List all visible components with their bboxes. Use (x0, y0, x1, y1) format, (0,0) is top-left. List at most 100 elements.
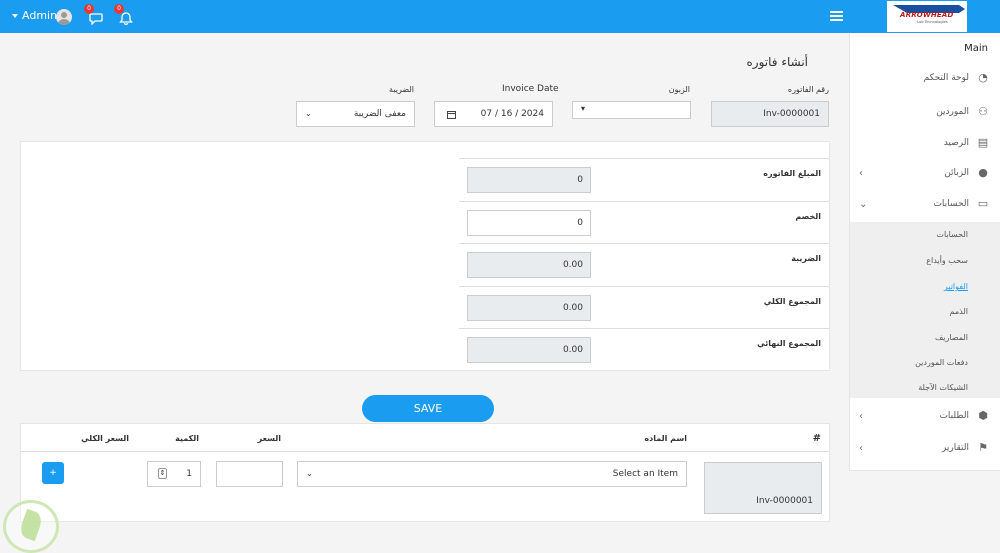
final-total-row: المجموع النهائي 0.00 (459, 328, 829, 371)
final-total-label: المجموع النهائي (757, 339, 821, 348)
tax-label: الضريبة (389, 85, 414, 94)
submenu-item-receivables[interactable]: الذمم (950, 307, 968, 316)
invoice-number-value: Inv-0000001 (763, 109, 820, 119)
tax-value: معفى الضريبة (353, 109, 406, 119)
user-name: Admin (22, 9, 58, 22)
sidebar-item-customers[interactable]: ‹ ● الزبائن (850, 159, 1000, 189)
quantity-value: 1 (186, 469, 192, 479)
final-total-value: 0.00 (562, 345, 583, 355)
quantity-stepper[interactable]: ⇕ 1 (147, 461, 201, 487)
col-total-header: السعر الكلي (81, 434, 129, 443)
submenu-item-withdraw-deposit[interactable]: سحب وأيداع (926, 256, 968, 265)
stepper-arrows-icon[interactable]: ⇕ (158, 468, 167, 479)
chevron-down-icon: ⌄ (859, 199, 868, 210)
row-invoice-ref-field: Inv-0000001 (704, 462, 822, 514)
avatar[interactable] (56, 9, 72, 25)
item-select[interactable]: ⌄ Select an Item (297, 461, 687, 487)
user-icon: ● (978, 166, 988, 179)
chevron-left-icon: ‹ (859, 411, 863, 422)
sidebar-item-suppliers[interactable]: ⚇ الموردين (850, 98, 1000, 128)
invoice-date-input[interactable]: 07 / 16 / 2024 (434, 101, 553, 127)
chevron-left-icon: ‹ (859, 168, 863, 179)
discount-value: 0 (577, 218, 583, 228)
tax-select[interactable]: ⌄ معفى الضريبة (296, 101, 415, 127)
sidebar-item-orders[interactable]: ‹ ⬢ الطلبات (850, 402, 1000, 432)
calendar-icon[interactable] (447, 110, 456, 119)
customer-label: الزبون (668, 85, 690, 94)
caret-down-icon: ▾ (581, 104, 586, 113)
sidebar-item-label: الرصيد (943, 138, 969, 148)
caret-down-icon (12, 13, 18, 18)
invoice-amount-field: 0 (467, 167, 591, 193)
sidebar-item-dashboard[interactable]: ◔ لوحة التحكم (850, 64, 1000, 94)
customer-select[interactable]: ▾ (572, 101, 691, 119)
invoice-date-label: Invoice Date (502, 84, 559, 94)
col-qty-header: الكمية (175, 434, 199, 443)
discount-input[interactable]: 0 (467, 210, 591, 236)
balance-icon: ▤ (977, 136, 989, 149)
sidebar-title: Main (964, 43, 988, 54)
add-row-button[interactable]: + (42, 462, 64, 484)
sidebar-item-label: الطلبات (939, 411, 969, 421)
submenu-item-deferred-checks[interactable]: الشيكات الآجلة (918, 383, 968, 392)
orders-icon: ⬢ (978, 409, 988, 422)
dashboard-icon: ◔ (978, 71, 988, 84)
submenu-item-accounts[interactable]: الحسابات (936, 230, 968, 239)
company-logo: ARROWHEAD Lab Technologies (887, 1, 967, 32)
invoice-amount-label: المبلغ الفاتوره (763, 169, 821, 178)
sidebar-item-label: التقارير (941, 443, 969, 453)
sidebar-item-label: لوحة التحكم (923, 73, 969, 83)
total-label: المجموع الكلي (763, 297, 821, 306)
tax-total-label: الضريبة (791, 254, 821, 263)
submenu-item-invoices[interactable]: الفواتير (944, 282, 968, 291)
table-header: # اسم الماده السعر الكمية السعر الكلي (21, 424, 829, 452)
tax-total-field: 0.00 (467, 252, 591, 278)
sidebar-item-label: الحسابات (933, 199, 969, 209)
sidebar-item-label: الموردين (936, 107, 969, 117)
totals-panel: المبلغ الفاتوره 0 الخصم 0 الضريبة 0.00 ا… (20, 141, 830, 371)
chevron-down-icon: ⌄ (306, 469, 313, 478)
accounts-submenu: الحسابات سحب وأيداع الفواتير الذمم المصا… (850, 222, 1000, 398)
row-invoice-ref: Inv-0000001 (756, 496, 813, 506)
discount-row: الخصم 0 (459, 201, 829, 244)
total-row: المجموع الكلي 0.00 (459, 286, 829, 329)
discount-label: الخصم (795, 212, 821, 221)
invoice-amount-value: 0 (577, 175, 583, 185)
col-item-name-header: اسم الماده (644, 434, 687, 443)
col-price-header: السعر (257, 434, 281, 443)
total-value: 0.00 (562, 303, 583, 313)
tax-total-value: 0.00 (562, 260, 583, 270)
sidebar-item-reports[interactable]: ‹ ⚑ التقارير (850, 434, 1000, 464)
page-title: أنشاء فاتوره (746, 55, 808, 69)
top-navbar: Admin 0 0 ARROWHEAD Lab Technologies (0, 0, 1000, 33)
sidebar-item-accounts[interactable]: ⌄ ▭ الحسابات (850, 190, 1000, 220)
total-field: 0.00 (467, 295, 591, 321)
submenu-item-supplier-payments[interactable]: دفعات الموردين (915, 358, 968, 367)
logo-subtext: Lab Technologies (917, 20, 948, 24)
messages-badge: 0 (84, 4, 94, 14)
chevron-down-icon: ⌄ (305, 109, 312, 118)
items-table: # اسم الماده السعر الكمية السعر الكلي In… (20, 423, 830, 522)
suppliers-icon: ⚇ (978, 105, 988, 118)
price-input[interactable] (216, 461, 283, 487)
invoice-date-value: 07 / 16 / 2024 (480, 109, 544, 119)
menu-toggle-icon[interactable] (830, 11, 843, 21)
logo-text: ARROWHEAD (900, 11, 954, 19)
notifications-badge: 0 (114, 4, 124, 14)
sidebar-item-balance[interactable]: ▤ الرصيد (850, 129, 1000, 159)
chevron-left-icon: ‹ (859, 443, 863, 454)
sidebar: Main ◔ لوحة التحكم ⚇ الموردين ▤ الرصيد ‹… (849, 33, 1000, 471)
flag-icon: ⚑ (978, 441, 988, 454)
submenu-item-expenses[interactable]: المصاريف (935, 333, 968, 342)
invoice-amount-row: المبلغ الفاتوره 0 (459, 158, 829, 201)
col-number-header: # (812, 433, 821, 444)
user-menu[interactable]: Admin (12, 9, 57, 22)
save-button[interactable]: SAVE (362, 395, 494, 422)
watermark-logo (3, 500, 59, 553)
item-select-placeholder: Select an Item (612, 469, 678, 479)
sidebar-item-label: الزبائن (944, 168, 969, 178)
tax-row: الضريبة 0.00 (459, 243, 829, 286)
invoice-number-field: Inv-0000001 (711, 101, 829, 127)
invoice-number-label: رقم الفاتوره (787, 85, 829, 94)
final-total-field: 0.00 (467, 337, 591, 363)
